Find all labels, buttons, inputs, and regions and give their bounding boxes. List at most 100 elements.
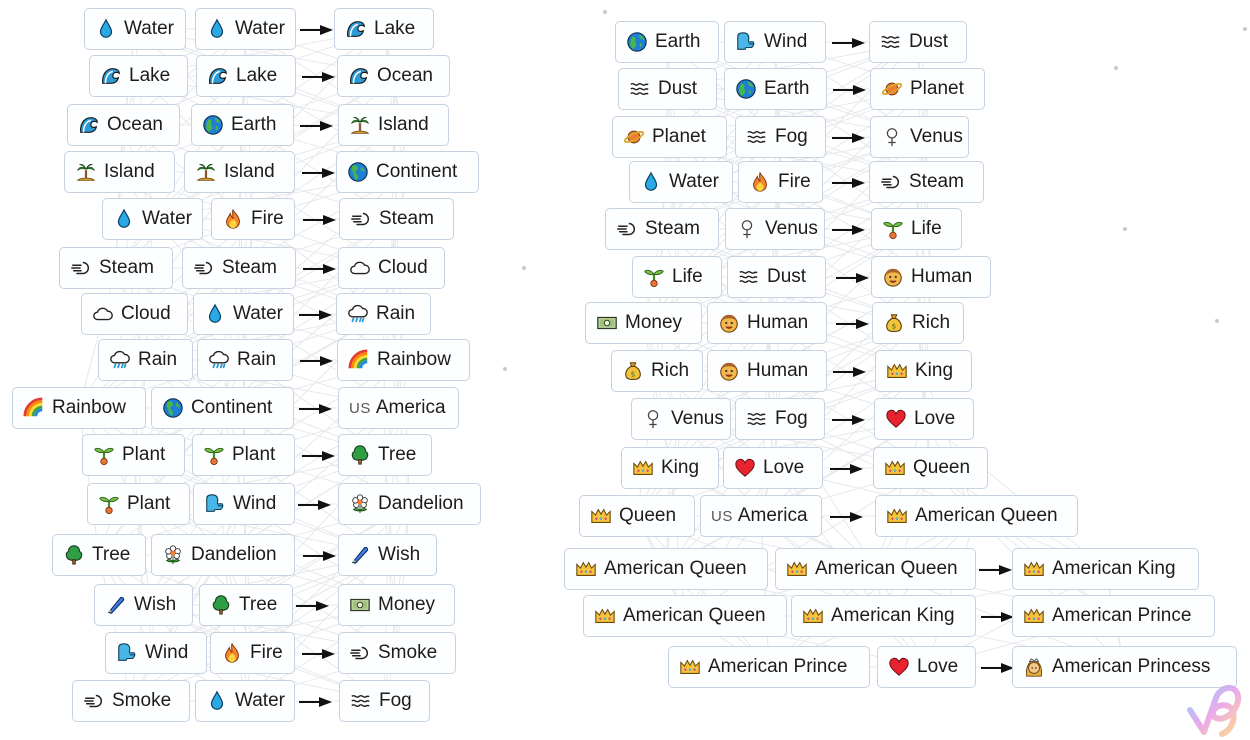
ingredient-a-element-chip[interactable]: Queen [579,495,695,537]
ingredient-a-element-chip[interactable]: Tree [52,534,146,576]
ingredient-a-element-chip[interactable]: American Queen [564,548,768,590]
ingredient-b-element-chip[interactable]: Tree [199,584,293,626]
result-element-chip[interactable]: Tree [338,434,432,476]
ingredient-b-element-chip[interactable]: American Queen [775,548,976,590]
ingredient-b-element-chip[interactable]: Island [184,151,295,193]
ingredient-b-element-chip[interactable]: Plant [192,434,295,476]
ingredient-b-element-chip[interactable]: Earth [191,104,294,146]
ingredient-b-element-chip[interactable]: Steam [182,247,296,289]
ingredient-a-element-chip[interactable]: Wind [105,632,207,674]
ingredient-b-element-chip[interactable]: Dust [727,256,826,298]
ingredient-b-element-chip[interactable]: Water [195,8,296,50]
result-element-chip[interactable]: Ocean [337,55,450,97]
result-element-chip[interactable]: Queen [873,447,988,489]
result-element-chip[interactable]: Venus [870,116,969,158]
result-element-chip[interactable]: Steam [869,161,984,203]
ingredient-b-element-chip[interactable]: Rain [197,339,293,381]
ingredient-a-element-chip[interactable]: Lake [89,55,188,97]
ingredient-b-element-chip[interactable]: Fire [738,161,823,203]
ingredient-a-element-chip[interactable]: Rainbow [12,387,146,429]
result-element-chip[interactable]: Island [338,104,449,146]
combine-arrow-icon [981,610,1015,622]
result-element-chip[interactable]: Rain [336,293,431,335]
ingredient-b-element-chip[interactable]: Water [195,680,295,722]
ingredient-a-element-chip[interactable]: Water [102,198,203,240]
ingredient-a-element-chip[interactable]: American Queen [583,595,787,637]
ingredient-b-element-chip[interactable]: Earth [724,68,827,110]
result-element-chip[interactable]: Continent [336,151,479,193]
ingredient-b-element-chip[interactable]: Fire [211,198,295,240]
result-element-chip[interactable]: US America [338,387,459,429]
result-element-chip[interactable]: Planet [870,68,985,110]
ingredient-a-element-chip[interactable]: Island [64,151,175,193]
ingredient-b-element-chip[interactable]: Water [193,293,294,335]
element-label: Queen [913,457,971,478]
ingredient-a-element-chip[interactable]: Steam [605,208,719,250]
ingredient-a-element-chip[interactable]: King [621,447,719,489]
result-element-chip[interactable]: Money [338,584,455,626]
result-element-chip[interactable]: Love [874,398,974,440]
ingredient-a-element-chip[interactable]: Rain [98,339,193,381]
result-element-chip[interactable]: Dust [869,21,967,63]
element-label: Queen [619,505,677,526]
combine-arrow-icon [303,213,337,225]
ingredient-b-element-chip[interactable]: US America [700,495,822,537]
ingredient-b-element-chip[interactable]: Wind [724,21,826,63]
ingredient-a-element-chip[interactable]: Life [632,256,722,298]
result-element-chip[interactable]: American King [1012,548,1199,590]
ingredient-a-element-chip[interactable]: Plant [87,483,190,525]
ingredient-b-element-chip[interactable]: American King [791,595,976,637]
ingredient-a-element-chip[interactable]: $ Rich [611,350,703,392]
ingredient-b-element-chip[interactable]: Wind [193,483,295,525]
result-element-chip[interactable]: American Prince [1012,595,1215,637]
ingredient-b-element-chip[interactable]: Venus [725,208,825,250]
ingredient-a-element-chip[interactable]: Water [629,161,733,203]
ingredient-b-element-chip[interactable]: Fire [210,632,295,674]
fog-icon [746,408,768,430]
result-element-chip[interactable]: Human [871,256,991,298]
ingredient-a-element-chip[interactable]: Ocean [67,104,180,146]
ingredient-a-element-chip[interactable]: Plant [82,434,185,476]
combine-arrow-icon [832,223,866,235]
crown-icon [679,656,701,678]
result-element-chip[interactable]: Rainbow [337,339,470,381]
ingredient-a-element-chip[interactable]: Earth [615,21,719,63]
rain-cloud-icon [208,349,230,371]
result-element-chip[interactable]: Smoke [338,632,456,674]
ingredient-a-element-chip[interactable]: Planet [612,116,727,158]
ingredient-a-element-chip[interactable]: Money [585,302,702,344]
result-element-chip[interactable]: Lake [334,8,434,50]
result-element-chip[interactable]: American Queen [875,495,1078,537]
ingredient-a-element-chip[interactable]: American Prince [668,646,870,688]
ingredient-b-element-chip[interactable]: Human [707,350,827,392]
result-element-chip[interactable]: Fog [339,680,430,722]
ingredient-a-element-chip[interactable]: Cloud [81,293,188,335]
ingredient-a-element-chip[interactable]: Venus [631,398,731,440]
ingredient-b-element-chip[interactable]: Lake [196,55,296,97]
rainbow-icon [23,397,45,419]
ingredient-a-element-chip[interactable]: Smoke [72,680,190,722]
ingredient-b-element-chip[interactable]: Dandelion [151,534,295,576]
ingredient-a-element-chip[interactable]: Steam [59,247,173,289]
result-element-chip[interactable]: Wish [338,534,437,576]
ingredient-a-element-chip[interactable]: Wish [94,584,193,626]
ingredient-b-element-chip[interactable]: Human [707,302,827,344]
ingredient-a-element-chip[interactable]: Dust [618,68,717,110]
ingredient-b-element-chip[interactable]: Fog [735,398,825,440]
rain-cloud-icon [109,349,131,371]
element-label: Ocean [377,65,433,86]
element-label: Lake [236,65,278,86]
wind-face-icon [204,493,226,515]
result-element-chip[interactable]: Cloud [338,247,445,289]
us-flag-text-icon: US [349,399,371,417]
result-element-chip[interactable]: King [875,350,972,392]
ingredient-b-element-chip[interactable]: Love [723,447,823,489]
ingredient-b-element-chip[interactable]: Continent [151,387,294,429]
result-element-chip[interactable]: Life [871,208,962,250]
ingredient-b-element-chip[interactable]: Love [877,646,976,688]
ingredient-b-element-chip[interactable]: Fog [735,116,826,158]
result-element-chip[interactable]: $ Rich [872,302,964,344]
ingredient-a-element-chip[interactable]: Water [84,8,186,50]
result-element-chip[interactable]: Steam [339,198,454,240]
result-element-chip[interactable]: Dandelion [338,483,481,525]
